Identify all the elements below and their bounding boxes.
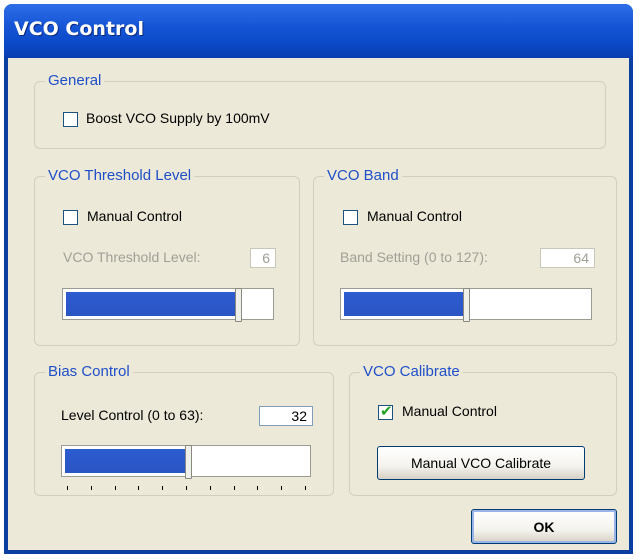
bias-slider-fill [65,449,185,473]
band-setting-label: Band Setting (0 to 127): [340,249,488,265]
band-manual-label[interactable]: Manual Control [367,208,462,224]
bias-slider-tick [67,486,68,490]
dialog-client-area: General Boost VCO Supply by 100mV VCO Th… [8,58,629,550]
bias-slider-ticks [61,485,311,491]
threshold-slider-fill [66,292,235,316]
bias-slider-tick [138,486,139,490]
bias-slider-tick [234,486,235,490]
bias-legend: Bias Control [45,363,133,380]
bias-level-label: Level Control (0 to 63): [61,407,204,423]
general-group: General Boost VCO Supply by 100mV [34,72,606,149]
band-slider-thumb[interactable] [463,288,470,322]
calibrate-group: VCO Calibrate Manual Control Manual VCO … [349,363,617,496]
bias-slider-tick [91,486,92,490]
bias-slider[interactable] [61,445,311,479]
bias-slider-tick [186,486,187,490]
threshold-slider-thumb[interactable] [235,288,242,322]
boost-vco-checkbox[interactable] [63,112,78,127]
band-group: VCO Band Manual Control Band Setting (0 … [313,167,617,346]
window-title: VCO Control [14,18,144,40]
band-manual-checkbox[interactable] [343,210,358,225]
threshold-slider[interactable] [62,288,274,322]
threshold-manual-label[interactable]: Manual Control [87,208,182,224]
title-bar[interactable]: VCO Control [4,4,633,58]
band-setting-field[interactable]: 64 [540,248,595,268]
band-legend: VCO Band [324,167,402,184]
calibrate-legend: VCO Calibrate [360,363,463,380]
threshold-level-label: VCO Threshold Level: [63,249,201,265]
threshold-manual-checkbox[interactable] [63,210,78,225]
bias-group: Bias Control Level Control (0 to 63): 32 [34,363,334,496]
general-legend: General [45,72,105,89]
calibrate-manual-label[interactable]: Manual Control [402,403,497,419]
dialog-window: VCO Control General Boost VCO Supply by … [4,4,633,554]
ok-button[interactable]: OK [471,509,617,544]
bias-level-field[interactable]: 32 [259,406,313,426]
bias-slider-tick [115,486,116,490]
bias-slider-tick [210,486,211,490]
bias-slider-tick [162,486,163,490]
threshold-level-field[interactable]: 6 [250,248,276,268]
bias-slider-thumb[interactable] [185,445,192,479]
threshold-legend: VCO Threshold Level [45,167,195,184]
bias-slider-tick [257,486,258,490]
threshold-group: VCO Threshold Level Manual Control VCO T… [34,167,300,346]
boost-vco-label[interactable]: Boost VCO Supply by 100mV [86,110,270,126]
band-slider[interactable] [340,288,592,322]
manual-vco-calibrate-button[interactable]: Manual VCO Calibrate [377,446,585,480]
band-slider-fill [344,292,463,316]
calibrate-manual-checkbox[interactable] [378,402,393,420]
bias-slider-tick [305,486,306,490]
bias-slider-tick [281,486,282,490]
